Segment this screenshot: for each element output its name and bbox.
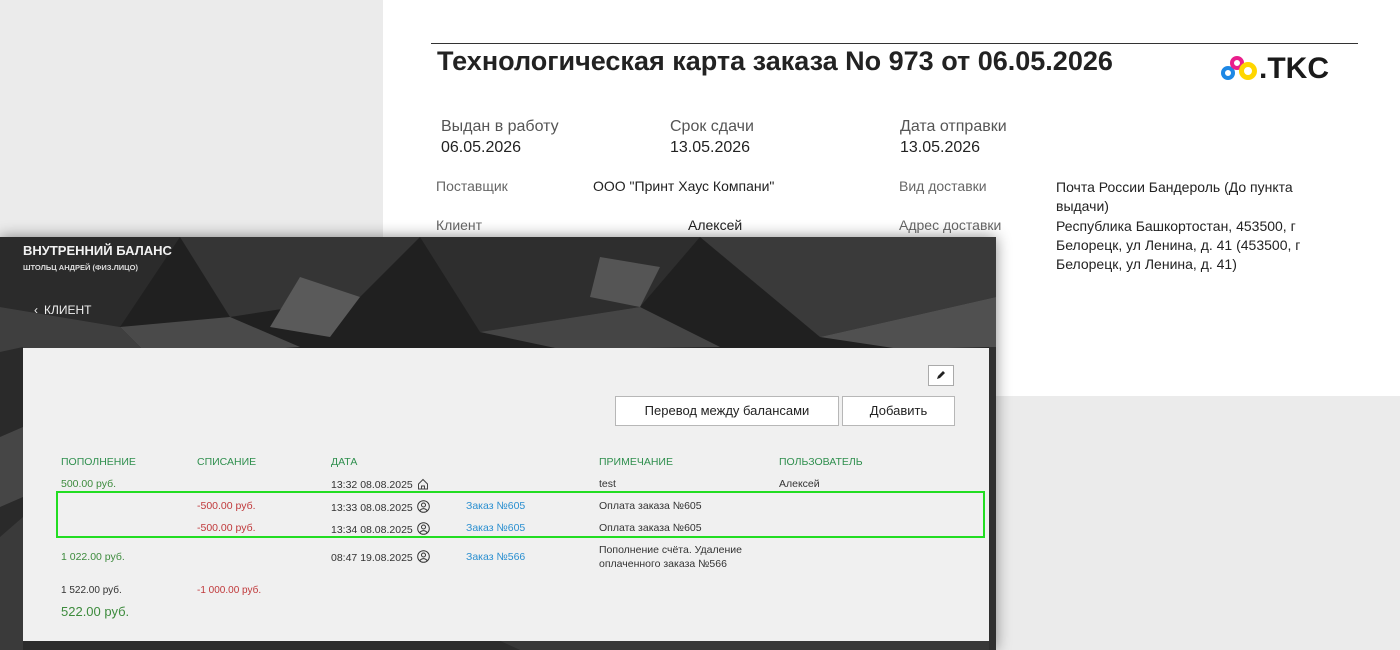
internal-balance-window: ВНУТРЕННИЙ БАЛАНС ШТОЛЬЦ АНДРЕЙ (ФИЗ.ЛИЦ… (0, 237, 996, 650)
sum-deposit: 1 522.00 руб. (61, 585, 122, 596)
user-icon (416, 522, 430, 535)
row-note: test (599, 478, 616, 490)
ship-label: Дата отправки (900, 118, 1007, 135)
row-date: 13:34 08.08.2025 (331, 522, 430, 536)
row-withdrawal: -500.00 руб. (197, 500, 256, 512)
row-date: 08:47 19.08.2025 (331, 550, 430, 564)
window-subtitle: ШТОЛЬЦ АНДРЕЙ (ФИЗ.ЛИЦО) (23, 263, 138, 272)
supplier-value: ООО "Принт Хаус Компани" (593, 178, 775, 194)
row-note: Оплата заказа №605 (599, 500, 702, 512)
user-icon (416, 500, 430, 513)
row-note: Пополнение счёта. Удаление оплаченного з… (599, 544, 742, 570)
transfer-between-balances-button[interactable]: Перевод между балансами (615, 396, 839, 426)
row-date-text: 13:34 08.08.2025 (331, 524, 413, 536)
column-header-date: ДАТА (331, 456, 358, 468)
order-link[interactable]: Заказ №605 (466, 500, 525, 512)
issued-label: Выдан в работу (441, 118, 559, 135)
sum-withdrawal: -1 000.00 руб. (197, 585, 262, 596)
home-icon (417, 478, 428, 490)
back-label: КЛИЕНТ (44, 303, 92, 317)
edit-button[interactable] (928, 365, 954, 386)
issued-date-block: Выдан в работу 06.05.2026 (441, 116, 559, 158)
document-top-rule (431, 43, 1358, 44)
tks-logo: .TKC (1221, 52, 1351, 88)
issued-value: 06.05.2026 (441, 139, 522, 156)
balance-total: 522.00 руб. (61, 604, 130, 619)
pencil-icon (937, 371, 945, 380)
logo-text: .TKC (1259, 52, 1329, 85)
row-user: Алексей (779, 478, 820, 490)
client-value: Алексей (688, 217, 743, 233)
window-title: ВНУТРЕННИЙ БАЛАНС (23, 243, 172, 258)
client-label: Клиент (436, 217, 483, 233)
order-link[interactable]: Заказ №605 (466, 522, 525, 534)
row-note: Оплата заказа №605 (599, 522, 702, 534)
add-button[interactable]: Добавить (842, 396, 955, 426)
ship-value: 13.05.2026 (900, 139, 981, 156)
column-header-withdrawal: СПИСАНИЕ (197, 456, 257, 468)
row-date: 13:33 08.08.2025 (331, 500, 430, 514)
due-label: Срок сдачи (670, 118, 754, 135)
ship-date-block: Дата отправки 13.05.2026 (900, 116, 1007, 158)
back-to-client-link[interactable]: ‹ КЛИЕНТ (34, 303, 92, 317)
row-date-text: 13:32 08.08.2025 (331, 479, 413, 491)
balance-panel: Перевод между балансами Добавить ПОПОЛНЕ… (23, 348, 989, 641)
row-deposit: 1 022.00 руб. (61, 551, 125, 563)
row-deposit: 500.00 руб. (61, 478, 117, 490)
column-header-note: ПРИМЕЧАНИЕ (599, 456, 673, 468)
chevron-left-icon: ‹ (34, 303, 38, 317)
row-withdrawal: -500.00 руб. (197, 522, 256, 534)
row-date-text: 08:47 19.08.2025 (331, 552, 413, 564)
logo-dot-yellow (1239, 62, 1257, 80)
column-header-deposit: ПОПОЛНЕНИЕ (61, 456, 136, 468)
user-icon (416, 550, 430, 563)
delivery-address-label: Адрес доставки (899, 217, 1002, 233)
order-link[interactable]: Заказ №566 (466, 551, 525, 563)
supplier-label: Поставщик (436, 178, 508, 194)
row-date: 13:32 08.08.2025 (331, 478, 429, 491)
due-value: 13.05.2026 (670, 139, 751, 156)
due-date-block: Срок сдачи 13.05.2026 (670, 116, 754, 158)
delivery-address-value: Республика Башкортостан, 453500, г Белор… (1056, 218, 1301, 272)
row-date-text: 13:33 08.08.2025 (331, 502, 413, 514)
column-header-user: ПОЛЬЗОВАТЕЛЬ (779, 456, 863, 468)
delivery-type-label: Вид доставки (899, 178, 987, 194)
delivery-type-value: Почта России Бандероль (До пункта выдачи… (1056, 179, 1293, 214)
document-title: Технологическая карта заказа No 973 от 0… (437, 46, 1113, 76)
